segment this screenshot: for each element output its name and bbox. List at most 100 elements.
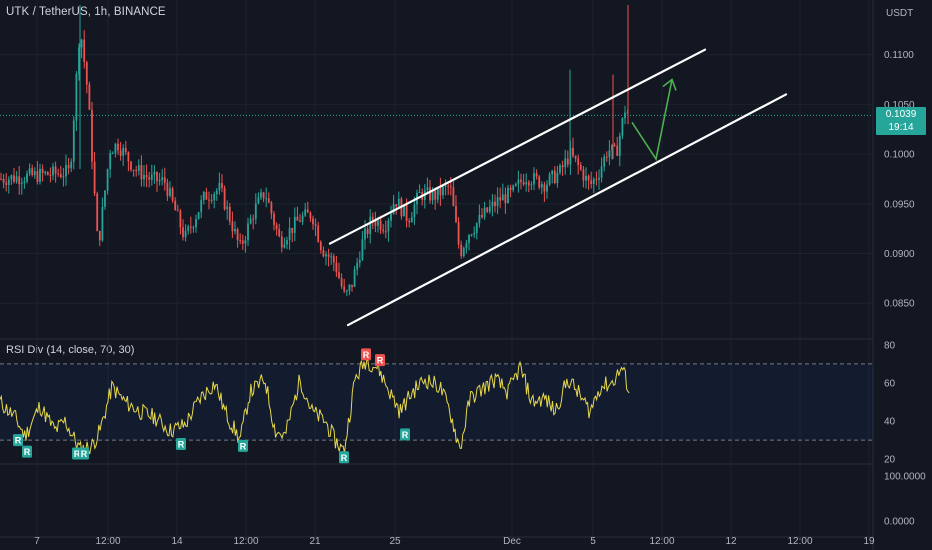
candle-body — [335, 262, 338, 273]
candle-body — [457, 221, 460, 245]
candle-body — [309, 212, 312, 219]
marker-letter: R — [402, 430, 409, 440]
candle-body — [104, 190, 106, 207]
candle-body — [379, 220, 382, 230]
candle-body — [317, 225, 320, 242]
candle-body — [546, 184, 548, 192]
candle-body — [236, 229, 239, 241]
candle-body — [366, 228, 369, 234]
candle-body — [494, 201, 496, 207]
candle-body — [603, 156, 606, 167]
marker-letter: R — [377, 356, 384, 366]
candle-body — [343, 286, 346, 291]
candle-body — [200, 200, 203, 213]
candle-body — [392, 204, 395, 214]
candle-body — [301, 215, 304, 222]
candle-body — [156, 172, 158, 182]
marker-letter: R — [24, 447, 31, 457]
candle-body — [605, 156, 608, 158]
chart-canvas[interactable]: RRRR R RR RRR 0.11000.10500.10000.09500.090… — [0, 0, 932, 550]
candle-body — [418, 192, 421, 194]
marker-letter: R — [363, 350, 370, 360]
candle-body — [153, 172, 156, 175]
bearish-divergence-marker: R — [375, 354, 385, 367]
candle-body — [624, 112, 626, 119]
time-tick-label: 12:00 — [95, 536, 120, 547]
candle-body — [314, 224, 317, 226]
candle-body — [595, 179, 598, 181]
candle-body — [530, 184, 533, 186]
candle-body — [535, 173, 538, 177]
candle-body — [166, 182, 169, 196]
candle-body — [52, 166, 54, 176]
rsi-tick-label: 80 — [884, 340, 896, 351]
candle-body — [202, 192, 205, 201]
candle-body — [137, 165, 140, 171]
candle-body — [517, 179, 520, 184]
bullish-divergence-marker: R — [13, 434, 23, 447]
marker-letter: R — [240, 441, 247, 451]
candle-body — [429, 187, 431, 201]
candle-body — [215, 190, 218, 195]
candle-body — [348, 284, 351, 291]
candle-body — [273, 213, 275, 225]
candle-body — [561, 165, 564, 168]
candle-body — [210, 199, 213, 201]
candle-body — [486, 207, 489, 212]
candle-body — [213, 194, 216, 201]
candle-body — [616, 145, 619, 156]
candle-body — [299, 220, 301, 222]
candle-body — [75, 74, 78, 121]
candle-body — [590, 180, 593, 185]
candle-body — [306, 209, 309, 213]
bullish-divergence-marker: R — [176, 437, 186, 450]
candle-body — [481, 214, 483, 218]
candle-body — [582, 169, 585, 181]
candle-body — [228, 206, 231, 222]
bullish-divergence-marker: R — [79, 447, 89, 460]
candle-body — [2, 178, 5, 183]
candle-body — [0, 178, 2, 180]
candle-body — [20, 182, 23, 185]
candle-body — [382, 229, 385, 232]
candle-body — [114, 143, 117, 154]
candle-body — [504, 194, 507, 204]
candle-body — [283, 244, 286, 248]
candle-body — [499, 197, 502, 201]
oscillator-tick-label: 0.0000 — [884, 517, 915, 528]
candle-body — [44, 172, 47, 174]
candle-body — [143, 174, 145, 180]
time-tick-label: 14 — [171, 536, 183, 547]
candle-body — [525, 182, 528, 185]
candle-body — [618, 135, 621, 156]
candle-body — [145, 174, 148, 178]
candle-body — [179, 210, 182, 228]
time-tick-label: 12:00 — [649, 536, 674, 547]
rsi-tick-label: 60 — [884, 378, 896, 389]
candle-body — [460, 244, 463, 257]
candle-body — [566, 158, 569, 165]
candle-body — [514, 183, 517, 186]
candle-body — [13, 175, 15, 182]
candle-body — [124, 147, 127, 153]
time-tick-label: 19 — [863, 536, 875, 547]
candle-body — [286, 240, 288, 245]
candle-body — [127, 152, 130, 162]
candle-body — [574, 155, 577, 159]
candle-body — [312, 218, 314, 225]
candle-body — [338, 272, 340, 278]
candle-body — [171, 188, 174, 201]
candle-body — [527, 182, 530, 186]
candle-body — [244, 240, 247, 244]
candle-body — [98, 230, 101, 241]
candle-body — [57, 173, 60, 175]
candle-body — [91, 109, 93, 162]
time-tick-label: 5 — [590, 536, 596, 547]
candle-body — [434, 190, 437, 200]
candle-body — [88, 84, 91, 110]
projection-arrow — [631, 78, 677, 162]
candle-body — [520, 179, 522, 182]
candle-body — [340, 277, 343, 287]
candle-body — [296, 216, 299, 221]
candle-body — [621, 118, 624, 136]
